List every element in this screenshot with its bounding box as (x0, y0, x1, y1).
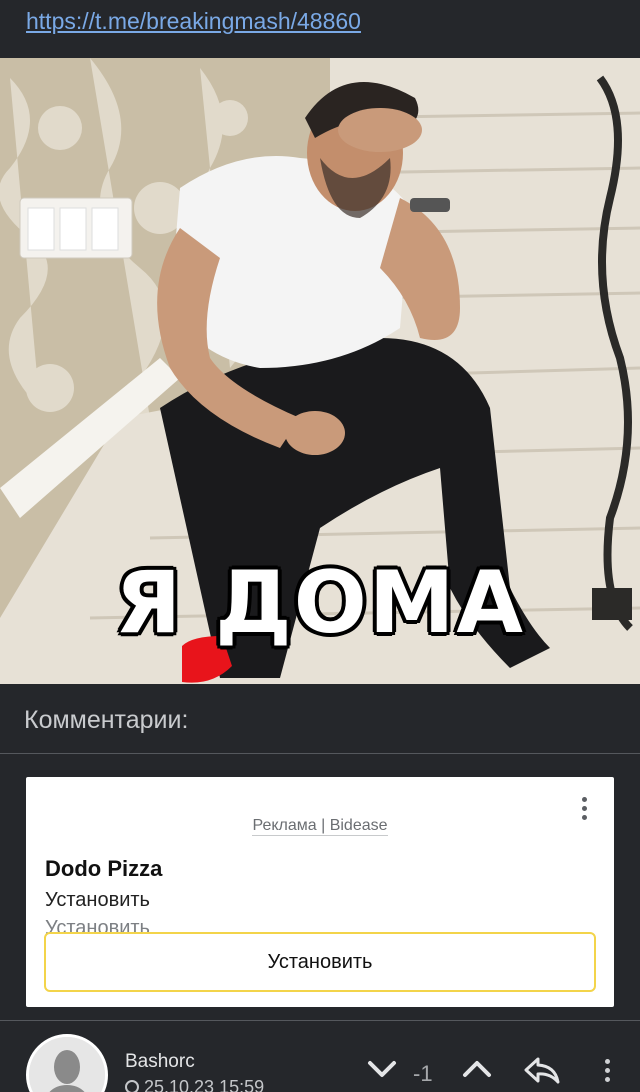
ad-more-icon[interactable] (576, 793, 592, 829)
comment-score: -1 (413, 1061, 433, 1086)
clock-icon (125, 1080, 139, 1092)
comments-header: Комментарии: (0, 684, 640, 754)
post-link[interactable]: https://t.me/breakingmash/48860 (26, 8, 361, 35)
post-image[interactable]: Я ДОМА (0, 58, 640, 684)
ad-subtitle: Установить (45, 889, 150, 911)
avatar[interactable] (26, 1034, 108, 1092)
page: https://t.me/breakingmash/48860 Я ДОМА К… (0, 0, 640, 1092)
post-link-row: https://t.me/breakingmash/48860 (0, 0, 640, 58)
vote-up-icon[interactable] (461, 1057, 493, 1081)
ad-install-button[interactable]: Установить (44, 932, 596, 992)
vote-down-icon[interactable] (366, 1057, 398, 1081)
ad-title: Dodo Pizza (45, 856, 163, 881)
comment-date-text: 25.10.23 15:59 (144, 1077, 265, 1092)
ad-card[interactable]: Реклама | Bidease Dodo Pizza Установить … (26, 777, 614, 1007)
ad-label: Реклама | Bidease (26, 817, 614, 836)
reply-icon[interactable] (522, 1055, 562, 1085)
comment-more-icon[interactable] (600, 1055, 614, 1092)
meme-caption: Я ДОМА (114, 553, 525, 653)
comment-item: Bashorc 25.10.23 15:59 -1 (0, 1020, 640, 1092)
comments-title: Комментарии: (24, 706, 189, 734)
user-silhouette-icon (29, 1037, 105, 1092)
comment-username[interactable]: Bashorc (125, 1051, 195, 1073)
ad-section: Реклама | Bidease Dodo Pizza Установить … (0, 755, 640, 1020)
comment-date: 25.10.23 15:59 (125, 1077, 264, 1092)
ad-label-text: Реклама | Bidease (252, 817, 388, 836)
